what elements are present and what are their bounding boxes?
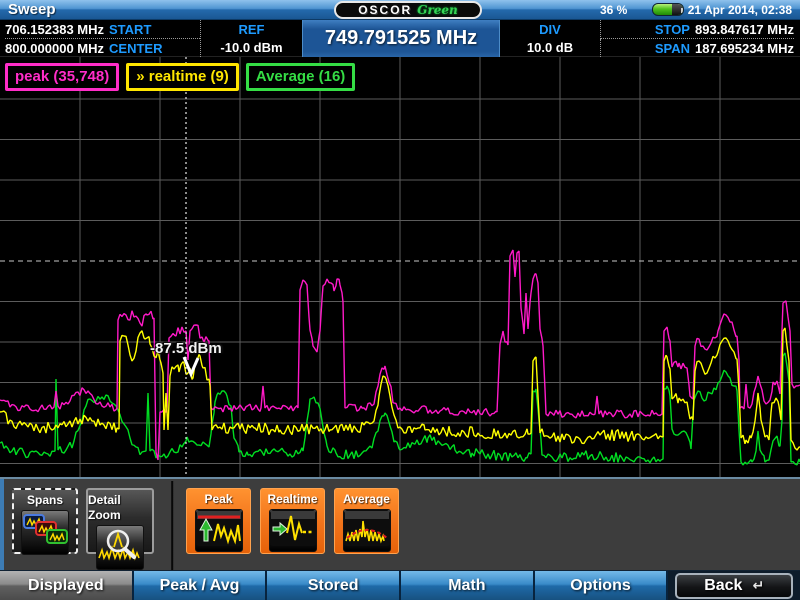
tuned-frequency-value: 749.791525 MHz	[325, 27, 477, 50]
div-label: DIV	[539, 22, 561, 37]
ref-cell[interactable]: REF -10.0 dBm	[200, 20, 302, 57]
toolbar-edge-strip	[0, 479, 4, 572]
start-value: 706.152383 MHz	[5, 22, 104, 37]
ref-value: -10.0 dBm	[220, 40, 282, 55]
span-value: 187.695234 MHz	[695, 41, 794, 56]
ref-label: REF	[239, 22, 265, 37]
toolbar-divider	[171, 481, 174, 570]
menu-math-label: Math	[448, 577, 485, 595]
spectrum-plot	[0, 57, 800, 477]
detail-zoom-button-label: Detail Zoom	[88, 493, 152, 523]
detail-zoom-button[interactable]: Detail Zoom	[86, 488, 154, 554]
legend-peak-label: peak (35,748)	[15, 68, 109, 85]
datetime: 21 Apr 2014, 02:38	[688, 3, 792, 17]
marker-readout: -87.5 dBm	[150, 340, 222, 357]
stop-label: STOP	[655, 22, 690, 37]
center-row: 800.000000 MHz CENTER	[5, 39, 200, 57]
peak-button-label: Peak	[204, 492, 232, 507]
title-bar: Sweep OSCOR Green 36 % 21 Apr 2014, 02:3…	[0, 0, 800, 20]
legend-realtime[interactable]: » realtime (9)	[126, 63, 239, 91]
trace-legend: peak (35,748) » realtime (9) Average (16…	[5, 63, 355, 91]
menu-back-area: Back ↵	[668, 571, 800, 600]
oscor-screen: Sweep OSCOR Green 36 % 21 Apr 2014, 02:3…	[0, 0, 800, 600]
peak-trace-button[interactable]: Peak	[186, 488, 251, 554]
spectrum-graph-area[interactable]: peak (35,748) » realtime (9) Average (16…	[0, 57, 800, 477]
oscor-logo: OSCOR Green	[334, 1, 482, 19]
menu-peak-avg-label: Peak / Avg	[160, 577, 240, 595]
stop-row: STOP 893.847617 MHz	[600, 20, 794, 39]
legend-peak[interactable]: peak (35,748)	[5, 63, 119, 91]
menu-math[interactable]: Math	[401, 571, 535, 600]
spans-icon	[21, 510, 69, 555]
legend-realtime-label: realtime (9)	[149, 68, 229, 85]
realtime-trace-button[interactable]: Realtime	[260, 488, 325, 554]
bottom-menu-bar: Displayed Peak / Avg Stored Math Options…	[0, 570, 800, 600]
battery-icon	[652, 3, 684, 16]
realtime-button-label: Realtime	[267, 492, 317, 507]
battery-tip	[681, 8, 684, 13]
stop-value: 893.847617 MHz	[695, 22, 794, 37]
logo-model-text: Green	[417, 3, 458, 17]
active-trace-marker-icon: »	[136, 68, 144, 85]
menu-options[interactable]: Options	[535, 571, 669, 600]
average-button-label: Average	[343, 492, 390, 507]
tuned-frequency-cell[interactable]: 749.791525 MHz	[302, 20, 500, 57]
menu-peak-avg[interactable]: Peak / Avg	[134, 571, 268, 600]
start-center-cell[interactable]: 706.152383 MHz START 800.000000 MHz CENT…	[0, 20, 200, 57]
spans-button[interactable]: Spans	[12, 488, 78, 554]
menu-displayed[interactable]: Displayed	[0, 571, 134, 600]
menu-options-label: Options	[570, 577, 630, 595]
average-icon	[343, 509, 391, 552]
start-row: 706.152383 MHz START	[5, 20, 200, 39]
legend-average-label: Average (16)	[256, 68, 346, 85]
realtime-icon	[269, 509, 317, 552]
center-value: 800.000000 MHz	[5, 41, 104, 56]
menu-stored-label: Stored	[308, 577, 359, 595]
legend-average[interactable]: Average (16)	[246, 63, 356, 91]
function-toolbar: Spans Detail Zoom	[0, 477, 800, 570]
spans-button-label: Spans	[27, 493, 63, 508]
stop-span-cell[interactable]: STOP 893.847617 MHz SPAN 187.695234 MHz	[600, 20, 800, 57]
back-button-label: Back	[704, 577, 742, 595]
return-arrow-icon: ↵	[752, 577, 764, 594]
window-title: Sweep	[8, 1, 56, 18]
span-row: SPAN 187.695234 MHz	[600, 39, 794, 57]
start-label: START	[109, 22, 151, 37]
battery-percent: 36 %	[600, 3, 627, 17]
center-label: CENTER	[109, 41, 162, 56]
menu-stored[interactable]: Stored	[267, 571, 401, 600]
peak-icon	[195, 509, 243, 552]
div-value: 10.0 dB	[527, 40, 573, 55]
average-trace-button[interactable]: Average	[334, 488, 399, 554]
span-label: SPAN	[655, 41, 690, 56]
div-cell[interactable]: DIV 10.0 dB	[500, 20, 600, 57]
logo-brand-text: OSCOR	[358, 3, 412, 17]
frequency-header: 706.152383 MHz START 800.000000 MHz CENT…	[0, 20, 800, 57]
back-button[interactable]: Back ↵	[675, 573, 793, 599]
menu-displayed-label: Displayed	[28, 577, 104, 595]
detail-zoom-icon	[96, 525, 144, 570]
